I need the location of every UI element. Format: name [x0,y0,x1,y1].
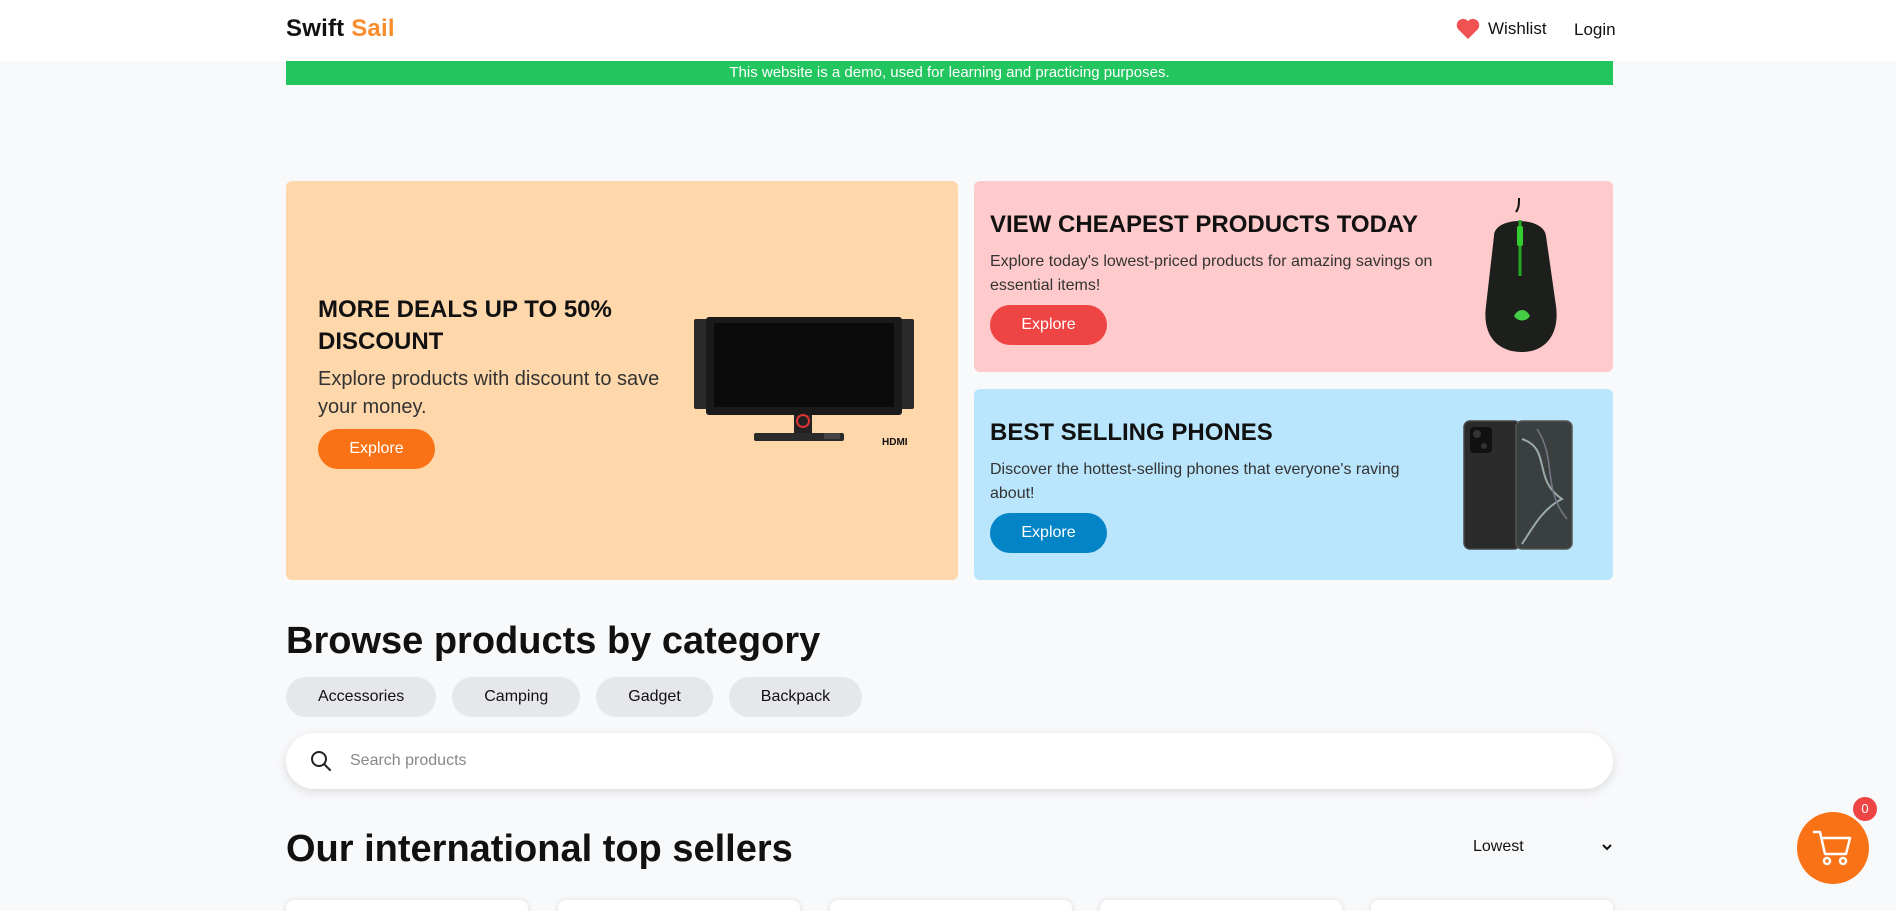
promo-card-cheapest: VIEW CHEAPEST PRODUCTS TODAY Explore tod… [974,181,1613,372]
promo-card-discount: MORE DEALS UP TO 50% DISCOUNT Explore pr… [286,181,958,580]
explore-discount-button[interactable]: Explore [318,429,435,469]
brand-logo[interactable]: Swift Sail [286,15,395,43]
product-card[interactable] [558,900,800,911]
top-sellers-title: Our international top sellers [286,828,793,870]
browse-section-title: Browse products by category [286,620,821,662]
heart-icon [1456,18,1480,39]
brand-name-part1: Swift [286,15,345,42]
smartphone-image [1463,420,1573,550]
chevron-down-icon [1602,844,1612,851]
login-link[interactable]: Login [1574,20,1616,40]
search-input[interactable] [350,745,1550,777]
gaming-mouse-image [1485,197,1557,352]
category-gadget[interactable]: Gadget [596,677,713,717]
search-icon [311,751,331,771]
cart-button[interactable] [1797,812,1869,884]
monitor-image: HDMI [694,317,914,448]
promo-description: Explore products with discount to save y… [318,368,660,418]
sort-selected-value: Lowest [1473,838,1524,855]
category-accessories[interactable]: Accessories [286,677,437,717]
category-chips: Accessories Camping Gadget Backpack [286,677,863,717]
product-card[interactable] [830,900,1072,911]
category-backpack[interactable]: Backpack [728,677,863,717]
product-card[interactable] [286,900,528,911]
svg-text:HDMI: HDMI [882,437,908,448]
promo-description: Discover the hottest-selling phones that… [990,461,1400,502]
brand-name-part2: Sail [351,15,395,42]
promo-title: VIEW CHEAPEST PRODUCTS TODAY [990,211,1419,238]
promo-title: BEST SELLING PHONES [990,419,1273,446]
explore-phones-button[interactable]: Explore [990,513,1107,553]
wishlist-label: Wishlist [1488,18,1547,38]
sort-select[interactable]: Lowest [1473,838,1613,856]
promo-description: Explore today's lowest-priced products f… [990,253,1433,294]
search-bar [286,733,1613,789]
cart-count-badge: 0 [1853,797,1877,821]
top-navbar: Swift Sail Wishlist Login [0,0,1896,61]
promo-card-phones: BEST SELLING PHONES Discover the hottest… [974,389,1613,580]
product-card[interactable] [1371,900,1613,911]
product-card[interactable] [1100,900,1342,911]
wishlist-link[interactable]: Wishlist [1456,18,1547,39]
shopping-cart-icon [1812,830,1852,866]
promo-title: MORE DEALS UP TO 50% DISCOUNT [318,296,612,355]
explore-cheapest-button[interactable]: Explore [990,305,1107,345]
demo-notice-banner: This website is a demo, used for learnin… [286,61,1613,85]
category-camping[interactable]: Camping [452,677,581,717]
